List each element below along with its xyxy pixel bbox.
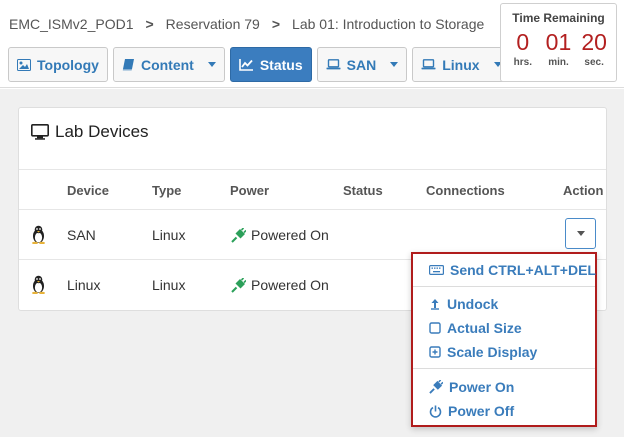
undock-item[interactable]: Undock bbox=[429, 296, 498, 312]
actual-size-item[interactable]: Actual Size bbox=[429, 320, 522, 336]
action-dropdown-button[interactable] bbox=[565, 218, 596, 249]
column-header-connections: Connections bbox=[426, 183, 505, 198]
timer-minutes: 01 bbox=[545, 29, 572, 55]
send-ctrl-alt-del-item[interactable]: Send CTRL+ALT+DEL bbox=[429, 262, 596, 278]
breadcrumb-reservation[interactable]: Reservation 79 bbox=[166, 16, 260, 32]
san-dropdown[interactable]: SAN bbox=[316, 47, 408, 82]
arrow-up-icon bbox=[431, 299, 439, 310]
timer-seconds-unit: sec. bbox=[584, 57, 604, 68]
power-off-label: Power Off bbox=[448, 403, 515, 419]
breadcrumb-separator: > bbox=[145, 16, 154, 32]
timer-minutes-unit: min. bbox=[548, 57, 569, 68]
topology-button[interactable]: Topology bbox=[8, 47, 108, 82]
undock-label: Undock bbox=[447, 296, 499, 312]
device-power: Powered On bbox=[231, 227, 329, 243]
timer-title: Time Remaining bbox=[512, 11, 605, 25]
power-on-item[interactable]: Power On bbox=[429, 379, 514, 395]
chevron-down-icon bbox=[576, 231, 585, 236]
plug-icon bbox=[429, 380, 443, 394]
linux-tux-icon bbox=[31, 275, 46, 297]
status-label: Status bbox=[259, 56, 303, 73]
time-remaining: Time Remaining 0 hrs. 01 min. 20 sec. bbox=[500, 3, 617, 82]
laptop-icon bbox=[421, 59, 436, 70]
linux-label: Linux bbox=[442, 56, 480, 73]
topology-label: Topology bbox=[37, 56, 99, 73]
keyboard-icon bbox=[429, 265, 444, 275]
plus-square-icon bbox=[429, 346, 441, 358]
actual-size-label: Actual Size bbox=[447, 320, 522, 336]
device-name: SAN bbox=[67, 227, 96, 243]
panel-title: Lab Devices bbox=[31, 122, 149, 142]
linux-tux-icon bbox=[31, 225, 46, 247]
book-icon bbox=[122, 59, 134, 71]
column-header-action: Action bbox=[563, 183, 604, 198]
timer-seconds: 20 bbox=[581, 29, 607, 55]
linux-dropdown[interactable]: Linux bbox=[412, 47, 511, 82]
device-type: Linux bbox=[152, 277, 186, 293]
menu-divider bbox=[413, 368, 595, 369]
breadcrumb: EMC_ISMv2_POD1 > Reservation 79 > Lab 01… bbox=[9, 16, 484, 32]
column-header-status: Status bbox=[343, 183, 383, 198]
breadcrumb-lab: Lab 01: Introduction to Storage bbox=[292, 16, 485, 32]
panel-title-text: Lab Devices bbox=[55, 122, 149, 141]
device-name: Linux bbox=[67, 277, 101, 293]
plug-icon bbox=[231, 227, 246, 243]
power-off-item[interactable]: Power Off bbox=[429, 403, 514, 419]
plug-icon bbox=[231, 277, 246, 293]
menu-divider bbox=[413, 286, 595, 287]
content-dropdown[interactable]: Content bbox=[112, 47, 225, 82]
power-on-label: Power On bbox=[449, 379, 515, 395]
action-menu: Send CTRL+ALT+DEL Undock Actual Size Sca… bbox=[411, 252, 597, 427]
column-header-power: Power bbox=[230, 183, 270, 198]
breadcrumb-pod[interactable]: EMC_ISMv2_POD1 bbox=[9, 16, 133, 32]
toolbar: Topology Content Status SAN Linux bbox=[8, 47, 511, 82]
column-header-device: Device bbox=[67, 183, 109, 198]
device-type: Linux bbox=[152, 227, 186, 243]
send-keys-label: Send CTRL+ALT+DEL bbox=[450, 262, 596, 278]
timer-hours: 0 bbox=[516, 29, 530, 55]
header: EMC_ISMv2_POD1 > Reservation 79 > Lab 01… bbox=[0, 0, 624, 88]
breadcrumb-separator: > bbox=[271, 16, 281, 32]
power-state: Powered On bbox=[251, 277, 329, 293]
power-icon bbox=[429, 405, 442, 418]
content-label: Content bbox=[140, 56, 194, 73]
power-state: Powered On bbox=[251, 227, 329, 243]
line-chart-icon bbox=[239, 59, 253, 71]
image-icon bbox=[17, 58, 31, 71]
scale-display-item[interactable]: Scale Display bbox=[429, 344, 537, 360]
divider bbox=[19, 169, 606, 170]
monitor-icon bbox=[31, 124, 49, 140]
scale-display-label: Scale Display bbox=[447, 344, 538, 360]
timer-hours-unit: hrs. bbox=[513, 57, 532, 68]
square-icon bbox=[429, 322, 441, 334]
laptop-icon bbox=[326, 59, 341, 70]
san-label: SAN bbox=[346, 56, 377, 73]
column-header-type: Type bbox=[152, 183, 182, 198]
chevron-down-icon bbox=[207, 62, 216, 67]
device-power: Powered On bbox=[231, 277, 329, 293]
status-button[interactable]: Status bbox=[229, 47, 312, 82]
chevron-down-icon bbox=[390, 62, 399, 67]
